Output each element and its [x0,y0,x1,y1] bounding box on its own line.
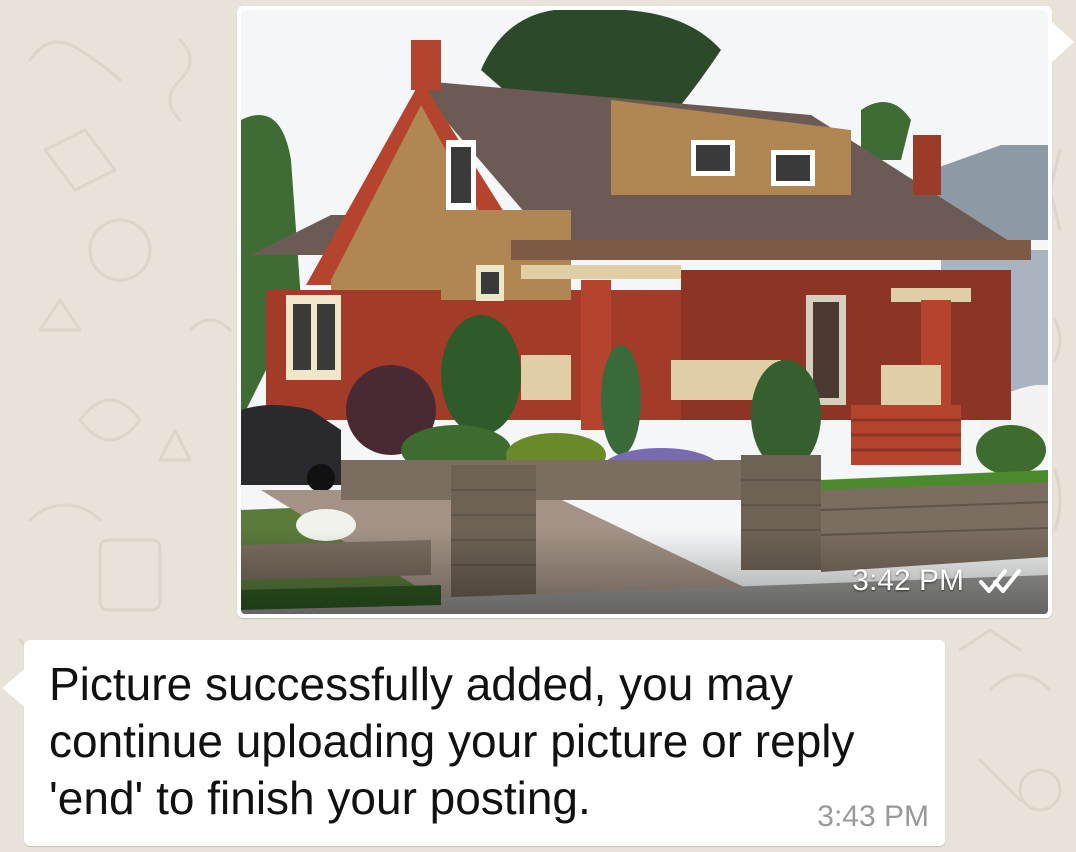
message-time: 3:42 PM [852,564,964,597]
message-time: 3:43 PM [817,800,929,833]
outgoing-image-message[interactable]: 3:42 PM [237,6,1074,618]
house-photo-illustration [241,10,1048,614]
message-photo[interactable]: 3:42 PM [241,10,1048,614]
double-check-icon [978,568,1026,594]
incoming-text-message[interactable]: Picture successfully added, you may cont… [2,640,945,846]
message-text: Picture successfully added, you may cont… [49,658,855,824]
outgoing-bubble-tail [1050,20,1074,64]
incoming-bubble-tail [2,668,26,708]
image-message-meta: 3:42 PM [852,564,1026,598]
